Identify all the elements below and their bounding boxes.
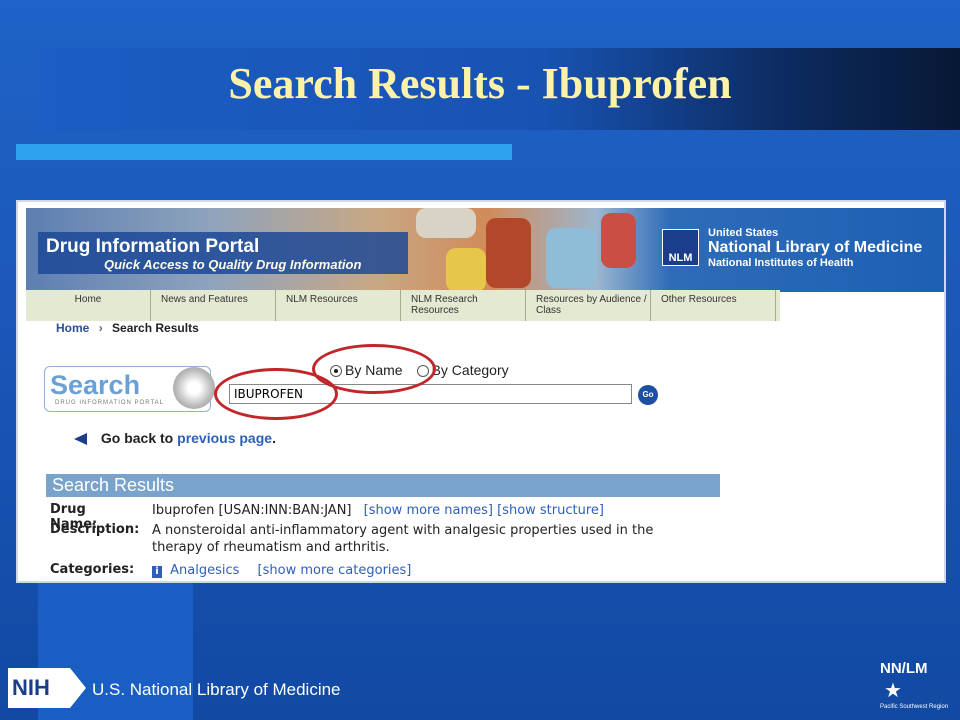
previous-page-link[interactable]: previous page [177,430,272,446]
search-logo-subtitle: DRUG INFORMATION PORTAL [55,400,165,406]
back-row: Go back to previous page. [74,430,276,446]
portal-banner: Drug Information Portal Quick Access to … [26,208,944,292]
drug-name-value-group: Ibuprofen [USAN:INN:BAN:JAN] [show more … [152,502,672,519]
footer-org-name: U.S. National Library of Medicine [92,680,341,699]
radio-by-category-label: By Category [431,362,509,378]
portal-tagline: Quick Access to Quality Drug Information [104,257,362,272]
pill-image [601,213,636,268]
category-link-analgesics[interactable]: Analgesics [170,563,239,578]
nav-item-nlm-resources[interactable]: NLM Resources [276,290,401,321]
title-underline [16,144,512,160]
star-icon: ★ [884,680,902,702]
pill-image [446,248,486,292]
pill-image [546,228,596,288]
results-header: Search Results [46,474,720,497]
breadcrumb-home[interactable]: Home [56,321,89,335]
nnlm-wordmark: NN/LM [880,660,928,677]
breadcrumb-separator-icon: › [98,321,103,335]
back-suffix: . [272,430,276,446]
breadcrumb-current: Search Results [112,321,199,335]
nav-item-audience[interactable]: Resources by Audience / Class [526,290,651,321]
description-label: Description: [50,522,140,537]
back-prefix: Go back to [100,430,174,446]
pill-image [416,208,476,238]
nih-logo: NIH [8,668,70,708]
nnlm-region: Pacific Southwest Region [880,704,949,710]
nav-item-research-resources[interactable]: NLM Research Resources [401,290,526,321]
drug-name-value: Ibuprofen [USAN:INN:BAN:JAN] [152,503,352,518]
breadcrumb: Home › Search Results [56,321,199,335]
back-arrow-icon[interactable] [74,433,87,446]
nav-item-other[interactable]: Other Resources [651,290,776,321]
annotation-ring [214,368,338,420]
go-button[interactable]: Go [638,385,658,405]
portal-name: Drug Information Portal [46,236,260,257]
search-logo-word: Search [50,370,141,400]
nav-item-home[interactable]: Home [26,290,151,321]
search-logo: Search DRUG INFORMATION PORTAL [44,366,215,412]
nnlm-logo: NN/LM ★ Pacific Southwest Region [880,660,954,714]
pill-image [486,218,531,288]
nav-item-news[interactable]: News and Features [151,290,276,321]
show-more-names-link[interactable]: [show more names] [364,503,493,518]
description-value: A nonsteroidal anti-inflammatory agent w… [152,523,654,555]
categories-label: Categories: [50,562,135,577]
nlm-logo[interactable]: NLM [662,229,699,266]
browser-screenshot: Drug Information Portal Quick Access to … [16,200,946,583]
info-icon[interactable]: i [152,566,162,578]
nih-logo-arrow [70,668,86,708]
show-more-categories-link[interactable]: [show more categories] [258,563,412,578]
categories-value-group: i Analgesics [show more categories] [152,562,672,579]
slide-title: Search Results - Ibuprofen [228,59,732,108]
disc-icon [173,367,215,409]
agency-name: National Library of Medicine [708,239,923,256]
agency-line: United States [708,227,779,239]
nav-bar: Home News and Features NLM Resources NLM… [26,290,780,321]
show-structure-link[interactable]: [show structure] [497,503,604,518]
agency-line: National Institutes of Health [708,257,854,269]
